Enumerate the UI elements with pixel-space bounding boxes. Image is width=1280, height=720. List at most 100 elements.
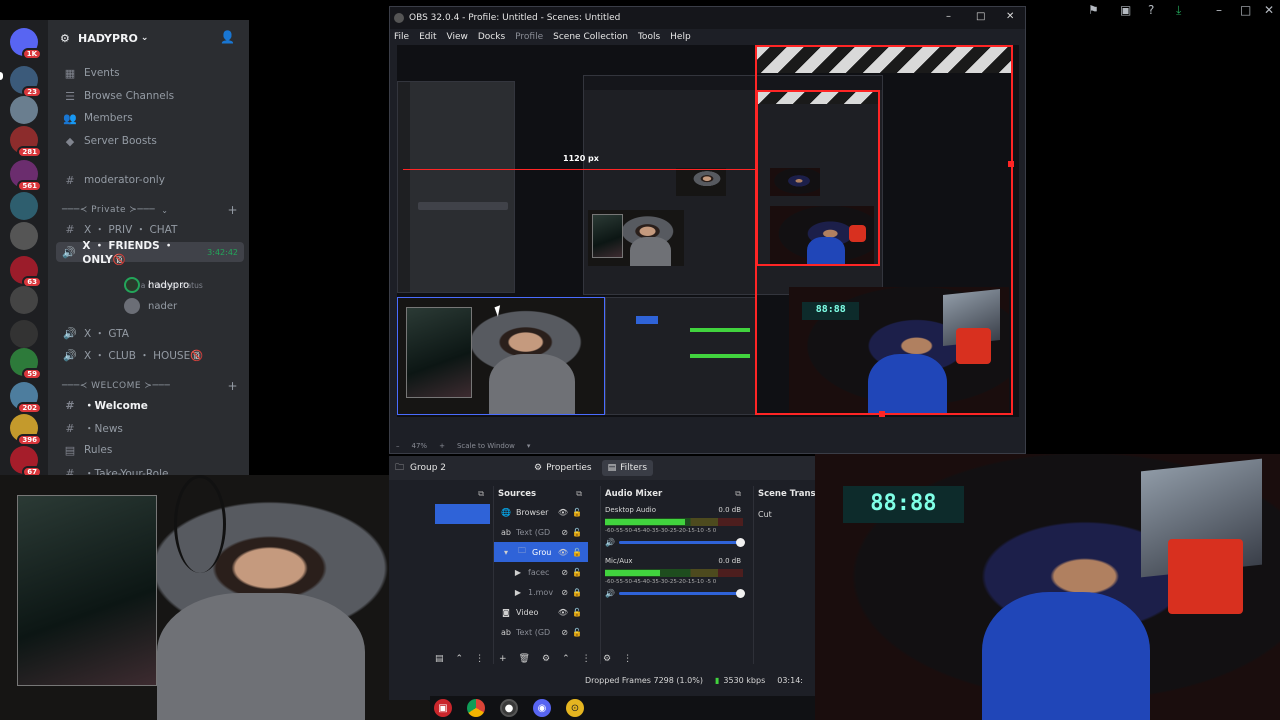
- discord-home-icon[interactable]: 1K: [10, 28, 42, 60]
- speaker-icon[interactable]: 🔊: [605, 538, 619, 547]
- eye-hidden-icon[interactable]: ⊘: [561, 528, 568, 537]
- close-icon[interactable]: ✕: [1006, 11, 1014, 22]
- chevron-up-icon[interactable]: ⌃: [456, 654, 464, 664]
- eye-hidden-icon[interactable]: ⊘: [561, 568, 568, 577]
- more-icon[interactable]: ⋮: [582, 654, 591, 664]
- scene-row[interactable]: [435, 504, 490, 524]
- channel-browse[interactable]: ☰ Browse Channels: [56, 86, 244, 106]
- help-icon[interactable]: ?: [1148, 3, 1154, 17]
- maximize-icon[interactable]: □: [1240, 3, 1251, 17]
- server-icon[interactable]: [10, 192, 38, 220]
- server-icon[interactable]: 67: [10, 446, 42, 478]
- channel-friends-only[interactable]: 🔊 X ・ FRIENDS ・ ONLY🔞 3:42:42: [56, 240, 244, 266]
- minimize-icon[interactable]: –: [1216, 3, 1222, 17]
- resize-handle[interactable]: [879, 411, 885, 417]
- channel-members[interactable]: 👥 Members: [56, 108, 244, 128]
- menu-scene-collection[interactable]: Scene Collection: [553, 32, 628, 42]
- eye-hidden-icon[interactable]: ⊘: [561, 628, 568, 637]
- guild-header[interactable]: ⚙ HADYPRO ⌄ 👤: [48, 20, 249, 56]
- chrome-icon[interactable]: [467, 699, 485, 717]
- channel-rules[interactable]: ▤ Rules: [56, 440, 244, 460]
- volume-slider[interactable]: 🔊: [605, 588, 745, 598]
- menu-edit[interactable]: Edit: [419, 32, 436, 42]
- chevron-up-icon[interactable]: ⌃: [562, 654, 570, 664]
- unlock-icon[interactable]: 🔓: [572, 568, 582, 577]
- channel-take-roles[interactable]: # ・Take-Your-Role: [56, 463, 244, 476]
- server-icon[interactable]: [10, 320, 38, 348]
- unlock-icon[interactable]: 🔓: [572, 608, 582, 617]
- dock-menu-icon[interactable]: ⧉: [478, 489, 484, 499]
- source-row[interactable]: ▶ facec ⊘ 🔓: [494, 562, 588, 582]
- filters-button[interactable]: ▤ Filters: [601, 460, 654, 476]
- discord-taskbar-icon[interactable]: ◉: [533, 699, 551, 717]
- screen-icon[interactable]: ▣: [1120, 3, 1131, 17]
- server-icon[interactable]: 23: [10, 66, 42, 98]
- server-icon[interactable]: 202: [10, 382, 42, 414]
- add-channel-icon[interactable]: +: [227, 379, 238, 393]
- scale-mode-select[interactable]: Scale to Window: [457, 442, 515, 450]
- app-icon[interactable]: ⊙: [566, 699, 584, 717]
- server-icon[interactable]: 281: [10, 126, 42, 158]
- menu-file[interactable]: File: [394, 32, 409, 42]
- category-private[interactable]: ───≺ Private ≻─── ⌄ +: [62, 202, 246, 218]
- zoom-out-icon[interactable]: –: [396, 442, 400, 450]
- more-icon[interactable]: ⋮: [623, 654, 632, 664]
- server-icon[interactable]: 59: [10, 348, 42, 380]
- dock-icon[interactable]: ▤: [435, 654, 444, 664]
- source-row[interactable]: ab Text (GD ⊘ 🔓: [494, 522, 588, 542]
- slider-knob[interactable]: [736, 537, 745, 547]
- menu-profile[interactable]: Profile: [515, 32, 543, 42]
- voice-user[interactable]: hadypro: [124, 275, 189, 295]
- speaker-icon[interactable]: 🔊: [605, 589, 619, 598]
- source-row[interactable]: ◙ Video 👁 🔓: [494, 602, 588, 622]
- flag-icon[interactable]: ⚑: [1088, 3, 1099, 17]
- resize-handle[interactable]: [1008, 161, 1014, 167]
- gear-icon[interactable]: ⚙: [542, 654, 550, 664]
- add-icon[interactable]: +: [499, 654, 507, 664]
- eye-hidden-icon[interactable]: ⊘: [561, 588, 568, 597]
- lock-icon[interactable]: 🔒: [572, 588, 582, 597]
- menu-help[interactable]: Help: [670, 32, 691, 42]
- eye-icon[interactable]: 👁: [558, 508, 568, 517]
- slider-knob[interactable]: [736, 588, 745, 598]
- server-icon[interactable]: [10, 96, 38, 124]
- menu-tools[interactable]: Tools: [638, 32, 660, 42]
- source-row[interactable]: ▶ 1.mov ⊘ 🔒: [494, 582, 588, 602]
- category-welcome[interactable]: ───≺ WELCOME ≻─── +: [62, 378, 246, 394]
- channel-welcome[interactable]: # ・Welcome: [56, 395, 244, 415]
- gear-icon[interactable]: ⚙: [603, 654, 611, 664]
- zoom-in-icon[interactable]: +: [439, 442, 445, 450]
- source-row[interactable]: 🌐 Browser 👁 🔓: [494, 502, 588, 522]
- app-icon[interactable]: ▣: [434, 699, 452, 717]
- chevron-down-icon[interactable]: ▾: [527, 442, 531, 450]
- transition-select[interactable]: Cut: [758, 510, 815, 519]
- selection-bounding-box[interactable]: [755, 45, 1013, 415]
- maximize-icon[interactable]: □: [976, 11, 985, 22]
- properties-button[interactable]: ⚙ Properties: [528, 460, 598, 476]
- channel-club-house[interactable]: 🔊 X ・ CLUB ・ HOUSE🔞: [56, 345, 244, 365]
- voice-user[interactable]: nader: [124, 296, 177, 316]
- source-row-selected[interactable]: ▾ 🗀 Grou 👁 🔓: [494, 542, 588, 562]
- dock-menu-icon[interactable]: ⧉: [576, 489, 582, 499]
- server-icon[interactable]: 396: [10, 414, 42, 446]
- channel-events[interactable]: ▦ Events: [56, 63, 244, 83]
- trash-icon[interactable]: 🗑: [519, 654, 530, 664]
- unlock-icon[interactable]: 🔓: [572, 508, 582, 517]
- eye-icon[interactable]: 👁: [558, 608, 568, 617]
- dock-menu-icon[interactable]: ⧉: [735, 489, 741, 499]
- unlock-icon[interactable]: 🔓: [572, 528, 582, 537]
- server-icon[interactable]: [10, 222, 38, 250]
- more-icon[interactable]: ⋮: [475, 654, 484, 664]
- obs-taskbar-icon[interactable]: ●: [500, 699, 518, 717]
- channel-priv-chat[interactable]: # X ・ PRIV ・ CHAT: [56, 219, 244, 239]
- menu-view[interactable]: View: [447, 32, 468, 42]
- add-channel-icon[interactable]: +: [227, 203, 238, 217]
- channel-boosts[interactable]: ◆ Server Boosts: [56, 131, 244, 151]
- channel-news[interactable]: # ・News: [56, 418, 244, 438]
- eye-icon[interactable]: 👁: [558, 548, 568, 557]
- unlock-icon[interactable]: 🔓: [572, 628, 582, 637]
- channel-moderator[interactable]: # moderator-only: [56, 170, 244, 190]
- server-icon[interactable]: 63: [10, 256, 42, 288]
- server-icon[interactable]: [10, 286, 38, 314]
- channel-gta[interactable]: 🔊 X ・ GTA: [56, 323, 244, 343]
